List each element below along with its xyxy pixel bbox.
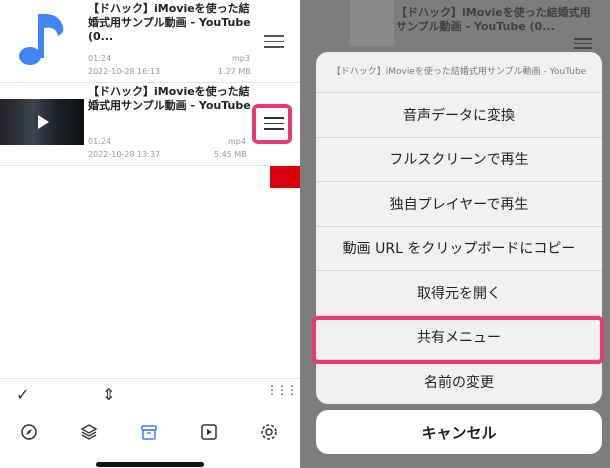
item-size: 1.27 MB [218, 67, 251, 76]
item-size: 5.45 MB [214, 150, 247, 159]
downloads-list-screen: 【ドハック】iMovieを使った結婚式用サンプル動画 - YouTube (0.… [0, 0, 300, 468]
action-sheet-screen: 【ドハック】iMovieを使った結婚式用サンプル動画 - YouTube (0.… [300, 0, 610, 468]
background-menu-icon [574, 38, 592, 52]
item-duration: 01:24 [88, 137, 112, 146]
item-title: 【ドハック】iMovieを使った結婚式用サンプル動画 - YouTube (0.… [88, 2, 251, 43]
video-player-icon[interactable] [200, 423, 218, 445]
cancel-button[interactable]: キャンセル [316, 410, 602, 454]
home-indicator [96, 462, 204, 467]
list-item[interactable]: 【ドハック】iMovieを使った結婚式用サンプル動画 - YouTube (0.… [0, 0, 300, 83]
play-fullscreen-button[interactable]: フルスクリーンで再生 [316, 138, 602, 182]
compass-icon[interactable] [20, 423, 38, 445]
item-date: 2022-10-28 13:37 [88, 150, 161, 159]
play-custom-player-button[interactable]: 独自プレイヤーで再生 [316, 182, 602, 227]
music-note-icon [19, 14, 64, 65]
background-thumbnail [350, 0, 394, 46]
menu-button-highlight [252, 104, 292, 144]
convert-to-audio-button[interactable]: 音声データに変換 [316, 93, 602, 138]
settings-gear-icon[interactable] [260, 423, 278, 445]
check-icon[interactable]: ✓ [16, 385, 29, 404]
item-menu-button[interactable] [264, 117, 284, 131]
sort-icon[interactable]: ⇕ [102, 385, 115, 404]
background-item-title: 【ドハック】iMovieを使った結婚式用サンプル動画 - YouTube (0.… [396, 6, 591, 33]
action-sheet-title: 【ドハック】iMovieを使った結婚式用サンプル動画 - YouTube [316, 52, 602, 93]
open-source-button[interactable]: 取得元を開く [316, 271, 602, 316]
music-note-thumbnail [0, 4, 84, 74]
item-format: mp4 [228, 137, 246, 146]
share-menu-highlight [312, 316, 604, 364]
copy-video-url-button[interactable]: 動画 URL をクリップボードにコピー [316, 227, 602, 271]
layers-icon[interactable] [80, 423, 98, 445]
rename-button[interactable]: 名前の変更 [316, 360, 602, 404]
bottom-toolbar: ✓ ⇕ ⋮⋮⋮ [0, 378, 300, 468]
item-duration: 01:24 [88, 54, 112, 63]
play-icon [38, 115, 49, 129]
item-menu-button[interactable] [264, 35, 284, 49]
grid-icon[interactable]: ⋮⋮⋮ [266, 383, 298, 397]
item-date: 2022-10-28 16:13 [88, 67, 161, 76]
item-format: mp3 [232, 54, 250, 63]
archive-icon[interactable] [140, 423, 158, 445]
video-thumbnail [0, 99, 84, 145]
item-title: 【ドハック】iMovieを使った結婚式用サンプル動画 - YouTube [88, 85, 251, 112]
